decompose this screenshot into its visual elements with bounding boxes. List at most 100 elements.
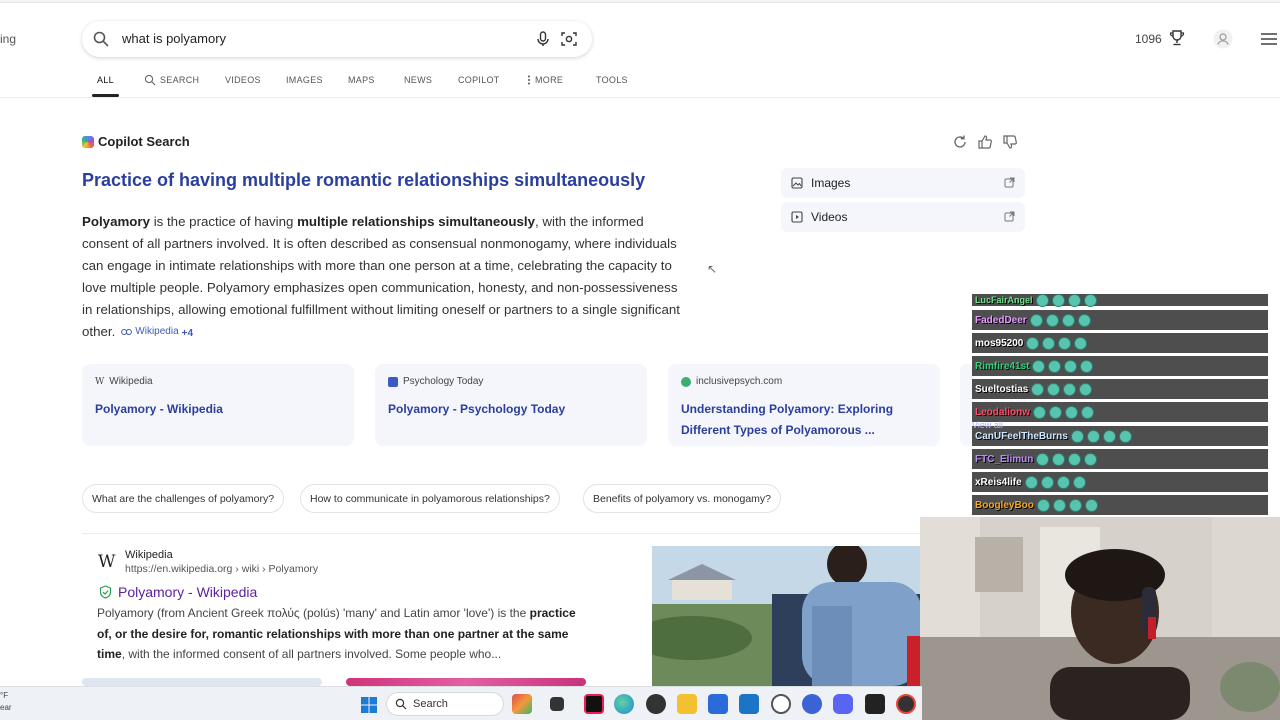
emote-icon bbox=[1049, 405, 1062, 419]
search-box[interactable]: what is polyamory bbox=[82, 21, 592, 57]
tab-copilot[interactable]: COPILOT bbox=[458, 75, 500, 85]
citation-more-count[interactable]: +4 bbox=[182, 328, 193, 339]
emote-icon bbox=[1068, 498, 1082, 512]
weather-desc[interactable]: ear bbox=[0, 703, 12, 712]
chat-message: Sueltostias bbox=[972, 379, 1268, 399]
tiktok-icon[interactable] bbox=[584, 694, 604, 714]
mouse-cursor-icon: ↖ bbox=[707, 262, 718, 276]
result-thumbnail-image[interactable] bbox=[652, 546, 922, 686]
tab-images[interactable]: IMAGES bbox=[286, 75, 323, 85]
citation-link[interactable]: Wikipedia bbox=[121, 321, 179, 343]
rewards-points[interactable]: 1096 bbox=[1135, 32, 1162, 46]
emote-icon bbox=[1048, 359, 1062, 373]
video-icon bbox=[791, 211, 803, 223]
copilot-search-badge: Copilot Search bbox=[82, 134, 190, 149]
chrome-icon[interactable] bbox=[646, 694, 666, 714]
emote-icon bbox=[1036, 452, 1050, 466]
wikipedia-favicon-icon: W bbox=[95, 376, 105, 387]
emote-icon bbox=[1042, 336, 1056, 350]
profile-icon[interactable] bbox=[1213, 29, 1233, 49]
source-card-title: Polyamory - Wikipedia bbox=[95, 402, 223, 416]
emote-icon bbox=[1118, 429, 1132, 443]
related-question-chip[interactable]: What are the challenges of polyamory? bbox=[82, 484, 285, 513]
thumbs-down-icon[interactable] bbox=[1002, 134, 1018, 150]
file-explorer-icon[interactable] bbox=[677, 694, 697, 714]
copilot-app-icon[interactable] bbox=[802, 694, 822, 714]
source-card-wikipedia[interactable]: W Wikipedia Polyamory - Wikipedia bbox=[82, 364, 354, 446]
obs-icon[interactable] bbox=[896, 694, 916, 714]
related-question-chip[interactable]: How to communicate in polyamorous relati… bbox=[300, 484, 560, 513]
source-card-inclusivepsych[interactable]: inclusivepsych.com Understanding Polyamo… bbox=[668, 364, 940, 446]
emote-icon bbox=[1045, 313, 1059, 327]
outlook-icon[interactable] bbox=[739, 694, 759, 714]
emote-icon bbox=[1084, 498, 1098, 512]
result-snippet: Polyamory (from Ancient Greek πολύς (pol… bbox=[97, 606, 576, 661]
chat-message: LucFairAngel bbox=[972, 293, 1268, 307]
taskbar-search[interactable]: Search bbox=[386, 692, 504, 716]
section-divider bbox=[82, 533, 922, 534]
tab-news[interactable]: NEWS bbox=[404, 75, 432, 85]
related-question-chip[interactable]: Benefits of polyamory vs. monogamy? bbox=[583, 484, 781, 513]
tab-videos[interactable]: VIDEOS bbox=[225, 75, 261, 85]
store-icon[interactable] bbox=[708, 694, 728, 714]
discord-icon[interactable] bbox=[833, 694, 853, 714]
windows-start-icon[interactable] bbox=[361, 697, 377, 713]
next-result-image-strip bbox=[346, 678, 586, 686]
view-all-sources-link[interactable]: View all bbox=[972, 420, 1003, 430]
emote-icon bbox=[1061, 313, 1075, 327]
emote-icon bbox=[1067, 293, 1081, 307]
emote-icon bbox=[1064, 359, 1078, 373]
source-card-psychology-today[interactable]: Psychology Today Polyamory - Psychology … bbox=[375, 364, 647, 446]
cutoff-left-label: ing bbox=[0, 32, 17, 46]
search-input[interactable]: what is polyamory bbox=[122, 31, 226, 46]
chat-message: mos95200 bbox=[972, 333, 1268, 353]
chat-message: Leodalionw bbox=[972, 402, 1268, 422]
tab-maps[interactable]: MAPS bbox=[348, 75, 375, 85]
emote-icon bbox=[1051, 293, 1065, 307]
copilot-side-links: Images Videos bbox=[781, 168, 1025, 236]
refresh-icon[interactable] bbox=[952, 134, 968, 150]
emote-icon bbox=[1081, 405, 1094, 419]
emote-icon bbox=[1080, 359, 1094, 373]
chat-message: Rimfire41st bbox=[972, 356, 1268, 376]
result-site-name[interactable]: Wikipedia bbox=[125, 549, 173, 561]
files-app-icon[interactable] bbox=[550, 697, 564, 711]
maps-app-icon[interactable] bbox=[512, 694, 532, 714]
edge-icon[interactable] bbox=[614, 694, 634, 714]
tab-all[interactable]: ALL bbox=[97, 75, 114, 85]
side-link-videos[interactable]: Videos bbox=[781, 202, 1025, 232]
emote-icon bbox=[1102, 429, 1116, 443]
open-external-icon bbox=[1004, 177, 1015, 188]
tabs-divider bbox=[0, 97, 1280, 98]
chat-message: FTC_Elimun bbox=[972, 449, 1268, 469]
emote-icon bbox=[1032, 359, 1046, 373]
tab-tools[interactable]: TOOLS bbox=[596, 75, 628, 85]
result-title-link[interactable]: Polyamory - Wikipedia bbox=[118, 584, 257, 600]
rewards-trophy-icon[interactable] bbox=[1168, 29, 1186, 47]
feedback-icons bbox=[952, 134, 1018, 150]
microphone-icon[interactable] bbox=[534, 30, 552, 48]
chat-message: CanUFeelTheBurns bbox=[972, 426, 1268, 446]
emote-icon bbox=[1047, 382, 1061, 396]
emote-icon bbox=[1040, 475, 1054, 489]
thumbs-up-icon[interactable] bbox=[977, 134, 993, 150]
tab-search[interactable]: SEARCH bbox=[144, 74, 199, 86]
emote-icon bbox=[1074, 336, 1088, 350]
result-url[interactable]: https://en.wikipedia.org › wiki › Polyam… bbox=[125, 563, 318, 575]
emote-icon bbox=[1024, 475, 1038, 489]
verified-shield-icon bbox=[99, 585, 112, 599]
tab-more[interactable]: MORE bbox=[527, 75, 563, 85]
side-link-images[interactable]: Images bbox=[781, 168, 1025, 198]
hamburger-menu-icon[interactable] bbox=[1260, 31, 1278, 47]
weather-temp[interactable]: °F bbox=[0, 691, 8, 700]
streamer-webcam-image bbox=[920, 517, 1280, 720]
emote-icon bbox=[1077, 313, 1091, 327]
open-external-icon bbox=[1004, 211, 1015, 222]
copilot-answer-title[interactable]: Practice of having multiple romantic rel… bbox=[82, 170, 645, 191]
visual-search-icon[interactable] bbox=[560, 30, 578, 48]
emote-icon bbox=[1052, 452, 1066, 466]
capcut-icon[interactable] bbox=[865, 694, 885, 714]
couple-photo-image bbox=[652, 546, 922, 686]
chatgpt-icon[interactable] bbox=[771, 694, 791, 714]
windows-taskbar: °F ear Search bbox=[0, 686, 922, 720]
